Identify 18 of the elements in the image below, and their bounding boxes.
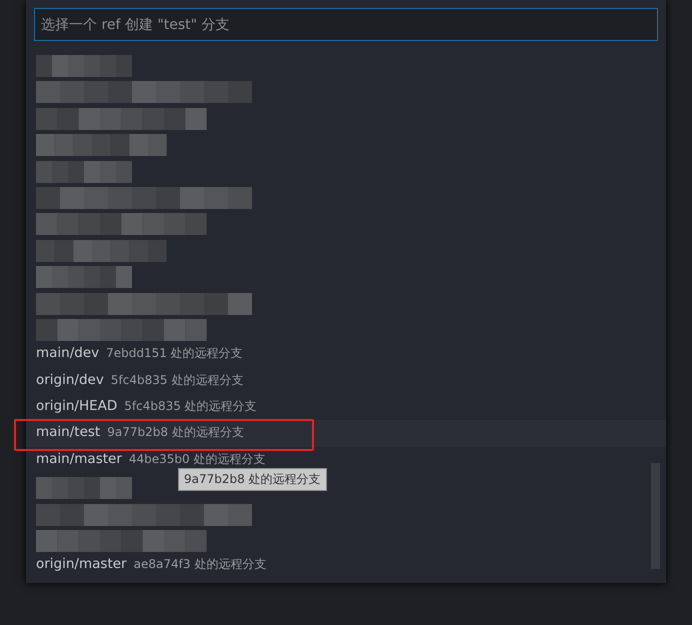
branch-name: main/master xyxy=(36,450,122,467)
branch-description: 44be35b0 处的远程分支 xyxy=(128,450,266,468)
branch-description: ae8a74f3 处的远程分支 xyxy=(134,556,266,574)
branch-description: 7ebdd151 处的远程分支 xyxy=(106,345,243,362)
tooltip: 9a77b2b8 处的远程分支 xyxy=(178,468,327,492)
branch-item[interactable]: main/dev 7ebdd151 处的远程分支 xyxy=(26,341,666,368)
branch-item[interactable]: origin/master ae8a74f3 处的远程分支 xyxy=(26,552,666,579)
branch-description: 5fc4b835 处的远程分支 xyxy=(110,372,244,389)
branch-description: 5fc4b835 处的远程分支 xyxy=(124,398,257,416)
branch-item[interactable]: origin/HEAD 5fc4b835 处的远程分支 xyxy=(26,394,666,420)
branch-name: origin/dev xyxy=(36,372,104,388)
branch-item[interactable]: origin/dev 5fc4b835 处的远程分支 xyxy=(26,368,666,394)
branch-name: main/test xyxy=(36,424,100,440)
branch-name: origin/master xyxy=(36,556,127,572)
branch-name: origin/HEAD xyxy=(36,398,118,414)
branch-description: 9a77b2b8 处的远程分支 xyxy=(107,424,244,442)
input-field[interactable]: 选择一个 ref 创建 "test" 分支 xyxy=(34,8,658,41)
branch-name: main/dev xyxy=(36,345,100,362)
